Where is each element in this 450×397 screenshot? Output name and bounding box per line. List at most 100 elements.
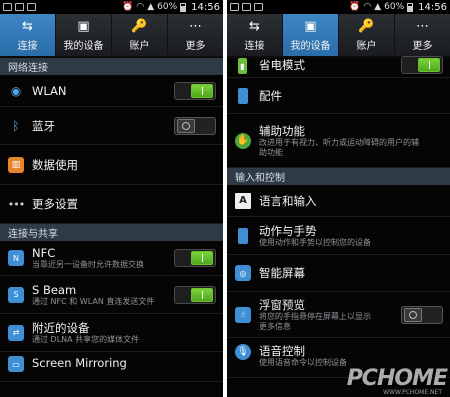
s-beam-icon: S [8,286,24,303]
battery-percent: 60% [384,2,405,12]
setting-title: 辅助功能 [259,123,305,138]
tab-more[interactable]: ⋯ 更多 [395,14,450,56]
notification-icon [15,3,24,11]
air-view-toggle[interactable] [401,305,443,324]
status-bar: ⏰ ◠ ▲ 60% 14:56 [227,0,450,14]
notification-icon [230,3,239,11]
pchome-watermark: PCHOME [346,366,448,391]
motions-icon [238,227,248,244]
my-device-icon: ▣ [77,18,90,34]
status-time: 14:56 [191,1,220,13]
setting-more-settings[interactable]: ••• 更多设置 [0,185,223,224]
setting-title: 语言和输入 [259,193,317,208]
cell-signal-icon: ▲ [374,2,382,12]
section-header-network: 网络连接 [0,58,223,75]
alarm-icon: ⏰ [122,2,134,12]
settings-tab-bar: ⇆ 连接 ▣ 我的设备 🔑 账户 ⋯ 更多 [0,14,223,58]
battery-saver-icon: ▮ [238,58,247,74]
setting-subtitle: 使用动作和手势以控制您的设备 [259,237,371,247]
setting-air-view[interactable]: ☝ 浮窗预览 将您的手指悬停在屏幕上以显示 更多信息 [227,292,450,338]
tab-accounts[interactable]: 🔑 账户 [112,14,168,56]
nearby-devices-icon: ⇄ [8,324,24,341]
more-icon: ⋯ [416,18,429,34]
setting-nearby-devices[interactable]: ⇄ 附近的设备 通过 DLNA 共享您的媒体文件 [0,314,223,352]
setting-subtitle: 通过 DLNA 共享您的媒体文件 [32,334,140,344]
notification-icon [27,3,36,11]
my-device-icon: ▣ [304,18,317,34]
wifi-icon: ◉ [10,83,22,98]
tab-more[interactable]: ⋯ 更多 [168,14,223,56]
cell-signal-icon: ▲ [147,2,155,12]
right-screen: ⏰ ◠ ▲ 60% 14:56 ⇆ 连接 ▣ 我的设备 🔑 账户 ⋯ 更多 ▮ … [227,0,450,397]
alarm-icon: ⏰ [349,2,361,12]
setting-title: 数据使用 [32,157,78,172]
section-header-share: 连接与共享 [0,224,223,241]
accounts-icon: 🔑 [358,18,375,34]
tab-connections[interactable]: ⇆ 连接 [0,14,56,56]
pchome-watermark-url: WWW.PCHOME.NET [383,389,442,396]
tab-label: 更多 [185,41,206,52]
language-input-icon: A [235,192,251,209]
tab-label: 我的设备 [290,41,331,52]
tab-label: 连接 [244,41,265,52]
setting-title: Screen Mirroring [32,356,127,370]
screen-mirroring-icon: ▭ [8,356,24,372]
wlan-toggle[interactable] [174,81,216,100]
setting-subtitle: 助功能 [259,147,283,157]
settings-tab-bar: ⇆ 连接 ▣ 我的设备 🔑 账户 ⋯ 更多 [227,14,450,58]
more-icon: ⋯ [189,18,202,34]
setting-title: 更多设置 [32,197,78,211]
notification-icon [3,3,12,11]
status-bar: ⏰ ◠ ▲ 60% 14:56 [0,0,223,14]
setting-title: 动作与手势 [259,223,317,238]
setting-motions[interactable]: 动作与手势 使用动作和手势以控制您的设备 [227,217,450,255]
data-usage-icon: ▥ [8,156,24,173]
bluetooth-icon: ᛒ [12,118,20,133]
accessories-icon [238,87,248,104]
left-screen: ⏰ ◠ ▲ 60% 14:56 ⇆ 连接 ▣ 我的设备 🔑 账户 ⋯ 更多 网络… [0,0,223,397]
tab-my-device[interactable]: ▣ 我的设备 [56,14,112,56]
nfc-icon: N [8,250,24,266]
setting-bluetooth[interactable]: ᛒ 蓝牙 [0,107,223,145]
connections-icon: ⇆ [22,18,33,34]
setting-smart-screen[interactable]: ◎ 智能屏幕 [227,255,450,292]
battery-percent: 60% [157,2,178,12]
setting-accessories[interactable]: 配件 [227,78,450,114]
setting-title: 配件 [259,88,282,103]
screenshot-composite: ⏰ ◠ ▲ 60% 14:56 ⇆ 连接 ▣ 我的设备 🔑 账户 ⋯ 更多 网络… [0,0,450,397]
more-dots-icon: ••• [7,197,25,211]
battery-icon [407,2,414,12]
tab-label: 账户 [129,41,150,52]
setting-subtitle: 改进用于有视力、听力或运动障碍的用户的辅 [259,137,419,147]
tab-label: 我的设备 [63,41,104,52]
tab-my-device[interactable]: ▣ 我的设备 [283,14,339,56]
status-time: 14:56 [418,1,447,13]
setting-nfc[interactable]: N NFC 当靠近另一设备时允许数据交换 [0,241,223,276]
nfc-toggle[interactable] [174,249,216,267]
setting-wlan[interactable]: ◉ WLAN [0,75,223,107]
tab-label: 更多 [412,41,433,52]
air-view-icon: ☝ [235,306,251,323]
s-beam-toggle[interactable] [174,285,216,304]
tab-label: 账户 [356,41,377,52]
battery-icon [180,2,187,12]
setting-title: 智能屏幕 [259,266,305,280]
tab-label: 连接 [17,41,38,52]
tab-connections[interactable]: ⇆ 连接 [227,14,283,56]
setting-accessibility[interactable]: ✋ 辅助功能 改进用于有视力、听力或运动障碍的用户的辅 助功能 [227,114,450,168]
setting-screen-mirroring[interactable]: ▭ Screen Mirroring [0,352,223,382]
setting-data-usage[interactable]: ▥ 数据使用 [0,145,223,185]
notification-icon [254,3,263,11]
tab-accounts[interactable]: 🔑 账户 [339,14,395,56]
setting-power-saving[interactable]: ▮ 省电模式 [227,56,450,78]
setting-language-input[interactable]: A 语言和输入 [227,185,450,217]
smart-screen-icon: ◎ [235,265,251,281]
bluetooth-toggle[interactable] [174,116,216,135]
wifi-signal-icon: ◠ [136,2,145,12]
section-header-input: 输入和控制 [227,168,450,185]
setting-s-beam[interactable]: S S Beam 通过 NFC 和 WLAN 直连发送文件 [0,276,223,314]
power-saving-toggle[interactable] [401,56,443,74]
connections-icon: ⇆ [249,18,260,34]
voice-control-icon: 🎙 [235,344,251,360]
wifi-signal-icon: ◠ [363,2,372,12]
